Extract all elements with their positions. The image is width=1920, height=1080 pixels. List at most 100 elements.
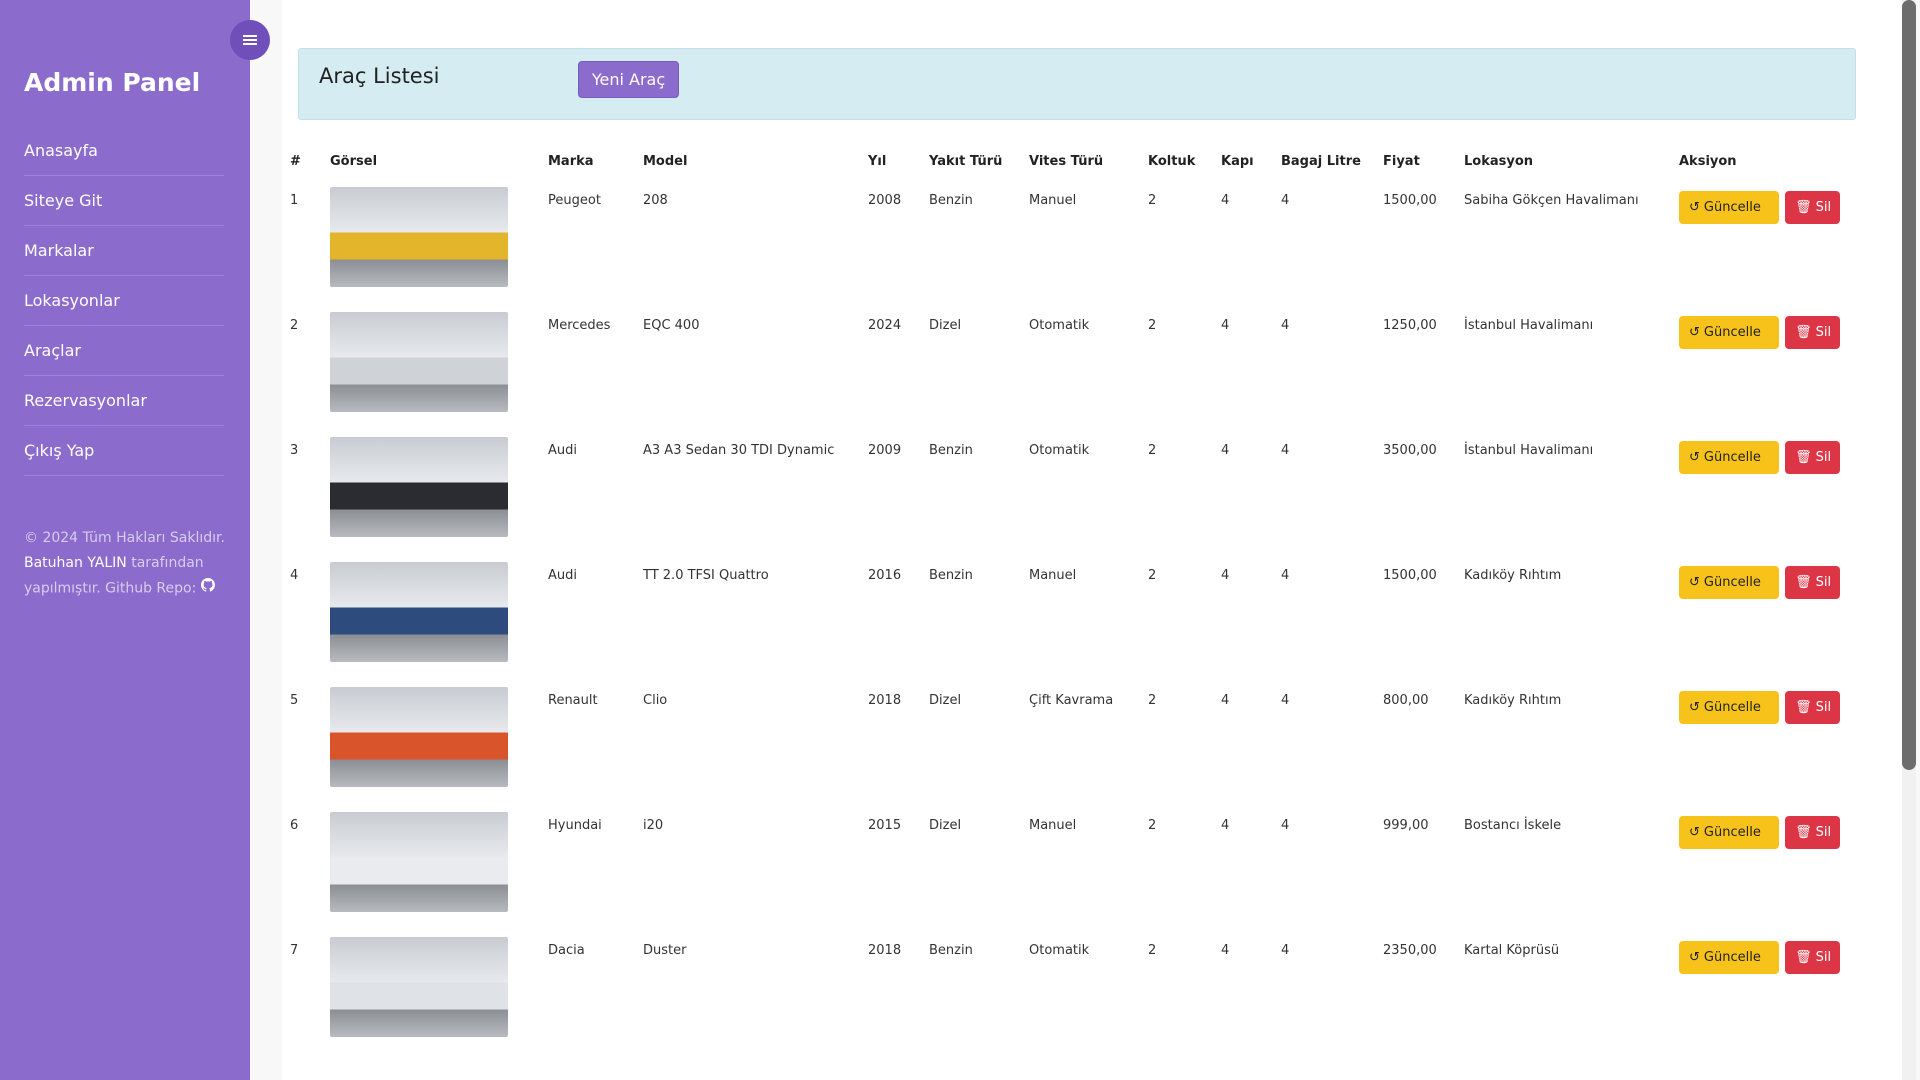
col-gorsel: Görsel — [330, 153, 378, 169]
cell-yil: 2008 — [868, 193, 902, 208]
sidebar-menu: Anasayfa Siteye Git Markalar Lokasyonlar… — [24, 126, 224, 476]
delete-label: Sil — [1815, 825, 1832, 840]
delete-button[interactable]: 🗑 Sil — [1785, 316, 1841, 349]
update-button[interactable]: ↺ Güncelle — [1679, 316, 1779, 349]
delete-button[interactable]: 🗑 Sil — [1785, 941, 1841, 974]
update-button[interactable]: ↺ Güncelle — [1679, 816, 1779, 849]
trash-icon: 🗑 — [1795, 825, 1812, 840]
delete-label: Sil — [1815, 950, 1832, 965]
cell-marka: Audi — [548, 568, 577, 583]
col-kapi: Kapı — [1221, 153, 1254, 169]
cell-kapi: 4 — [1221, 318, 1230, 333]
sidebar-item-siteye-git[interactable]: Siteye Git — [24, 176, 224, 226]
col-bagaj: Bagaj Litre — [1281, 153, 1361, 169]
table-row: 6 Hyundai i20 2015 Dizel Manuel 2 4 4 999,00 Bosta… — [282, 802, 1858, 927]
trash-icon: 🗑 — [1795, 200, 1812, 215]
cell-kapi: 4 — [1221, 568, 1230, 583]
cell-vites: Otomatik — [1029, 318, 1090, 333]
undo-icon: ↺ — [1689, 575, 1700, 590]
cell-koltuk: 2 — [1148, 693, 1157, 708]
cell-image — [322, 552, 540, 677]
trash-icon: 🗑 — [1795, 700, 1812, 715]
menu-toggle-button[interactable] — [230, 20, 270, 60]
hamburger-icon — [243, 39, 257, 41]
cell-no: 7 — [290, 943, 299, 958]
delete-button[interactable]: 🗑 Sil — [1785, 691, 1841, 724]
delete-button[interactable]: 🗑 Sil — [1785, 566, 1841, 599]
cell-bagaj: 4 — [1281, 443, 1290, 458]
copyright-text: © 2024 Tüm Hakları Saklıdır. — [24, 530, 225, 546]
col-aksiyon: Aksiyon — [1679, 153, 1737, 169]
cell-model: Clio — [643, 693, 668, 708]
cell-fiyat: 1250,00 — [1383, 318, 1437, 333]
sidebar-item-araclar[interactable]: Araçlar — [24, 326, 224, 376]
col-marka: Marka — [548, 153, 594, 169]
update-button[interactable]: ↺ Güncelle — [1679, 441, 1779, 474]
cell-yil: 2024 — [868, 318, 902, 333]
cell-model: A3 A3 Sedan 30 TDI Dynamic — [643, 443, 835, 458]
cell-actions: ↺ Güncelle 🗑 Sil — [1671, 427, 1858, 552]
cell-bagaj: 4 — [1281, 568, 1290, 583]
cell-vites: Manuel — [1029, 818, 1077, 833]
cell-yakit: Dizel — [929, 318, 962, 333]
cell-marka: Mercedes — [548, 318, 611, 333]
update-label: Güncelle — [1703, 825, 1761, 840]
sidebar-item-markalar[interactable]: Markalar — [24, 226, 224, 276]
cell-no: 1 — [290, 193, 299, 208]
col-model: Model — [643, 153, 688, 169]
update-button[interactable]: ↺ Güncelle — [1679, 941, 1779, 974]
sidebar-footer: © 2024 Tüm Hakları Saklıdır. Batuhan YAL… — [24, 526, 229, 602]
trash-icon: 🗑 — [1795, 325, 1812, 340]
page-title: Araç Listesi — [319, 64, 440, 88]
github-icon[interactable] — [200, 576, 215, 601]
update-button[interactable]: ↺ Güncelle — [1679, 566, 1779, 599]
cell-yil: 2009 — [868, 443, 902, 458]
cell-no: 6 — [290, 818, 299, 833]
cell-actions: ↺ Güncelle 🗑 Sil — [1671, 802, 1858, 927]
main-content: Araç Listesi Yeni Araç # Görsel Marka Mo… — [282, 0, 1902, 1080]
cell-koltuk: 2 — [1148, 193, 1157, 208]
delete-label: Sil — [1815, 575, 1832, 590]
table-row: 5 Renault Clio 2018 Dizel Çift Kavrama 2 4 4 800,… — [282, 677, 1858, 802]
update-label: Güncelle — [1703, 325, 1761, 340]
cell-yil: 2018 — [868, 943, 902, 958]
trash-icon: 🗑 — [1795, 575, 1812, 590]
delete-button[interactable]: 🗑 Sil — [1785, 441, 1841, 474]
cell-kapi: 4 — [1221, 943, 1230, 958]
cell-lokasyon: Kadıköy Rıhtım — [1464, 693, 1562, 708]
scrollbar-thumb[interactable] — [1902, 0, 1916, 770]
cell-vites: Çift Kavrama — [1029, 693, 1114, 708]
cell-koltuk: 2 — [1148, 943, 1157, 958]
cell-model: 208 — [643, 193, 668, 208]
cell-kapi: 4 — [1221, 693, 1230, 708]
author-link[interactable]: Batuhan YALIN — [24, 555, 127, 571]
page-scrollbar[interactable] — [1902, 0, 1916, 1080]
sidebar-item-rezervasyonlar[interactable]: Rezervasyonlar — [24, 376, 224, 426]
cell-vites: Otomatik — [1029, 443, 1090, 458]
sidebar: Admin Panel Anasayfa Siteye Git Markalar… — [0, 0, 250, 1080]
undo-icon: ↺ — [1689, 825, 1700, 840]
cell-model: EQC 400 — [643, 318, 700, 333]
delete-button[interactable]: 🗑 Sil — [1785, 191, 1841, 224]
update-button[interactable]: ↺ Güncelle — [1679, 691, 1779, 724]
cell-yakit: Benzin — [929, 193, 973, 208]
delete-button[interactable]: 🗑 Sil — [1785, 816, 1841, 849]
sidebar-item-anasayfa[interactable]: Anasayfa — [24, 126, 224, 176]
cell-no: 4 — [290, 568, 299, 583]
car-image — [330, 562, 508, 662]
sidebar-item-cikis-yap[interactable]: Çıkış Yap — [24, 426, 224, 476]
cell-lokasyon: Kadıköy Rıhtım — [1464, 568, 1562, 583]
update-button[interactable]: ↺ Güncelle — [1679, 191, 1779, 224]
cell-koltuk: 2 — [1148, 818, 1157, 833]
cell-kapi: 4 — [1221, 818, 1230, 833]
cell-bagaj: 4 — [1281, 943, 1290, 958]
cell-model: i20 — [643, 818, 664, 833]
cell-marka: Audi — [548, 443, 577, 458]
brand-title: Admin Panel — [24, 68, 201, 97]
cell-lokasyon: Kartal Köprüsü — [1464, 943, 1560, 958]
sidebar-item-lokasyonlar[interactable]: Lokasyonlar — [24, 276, 224, 326]
cell-kapi: 4 — [1221, 443, 1230, 458]
cell-fiyat: 1500,00 — [1383, 193, 1437, 208]
cell-no: 5 — [290, 693, 299, 708]
new-car-button[interactable]: Yeni Araç — [578, 61, 679, 98]
